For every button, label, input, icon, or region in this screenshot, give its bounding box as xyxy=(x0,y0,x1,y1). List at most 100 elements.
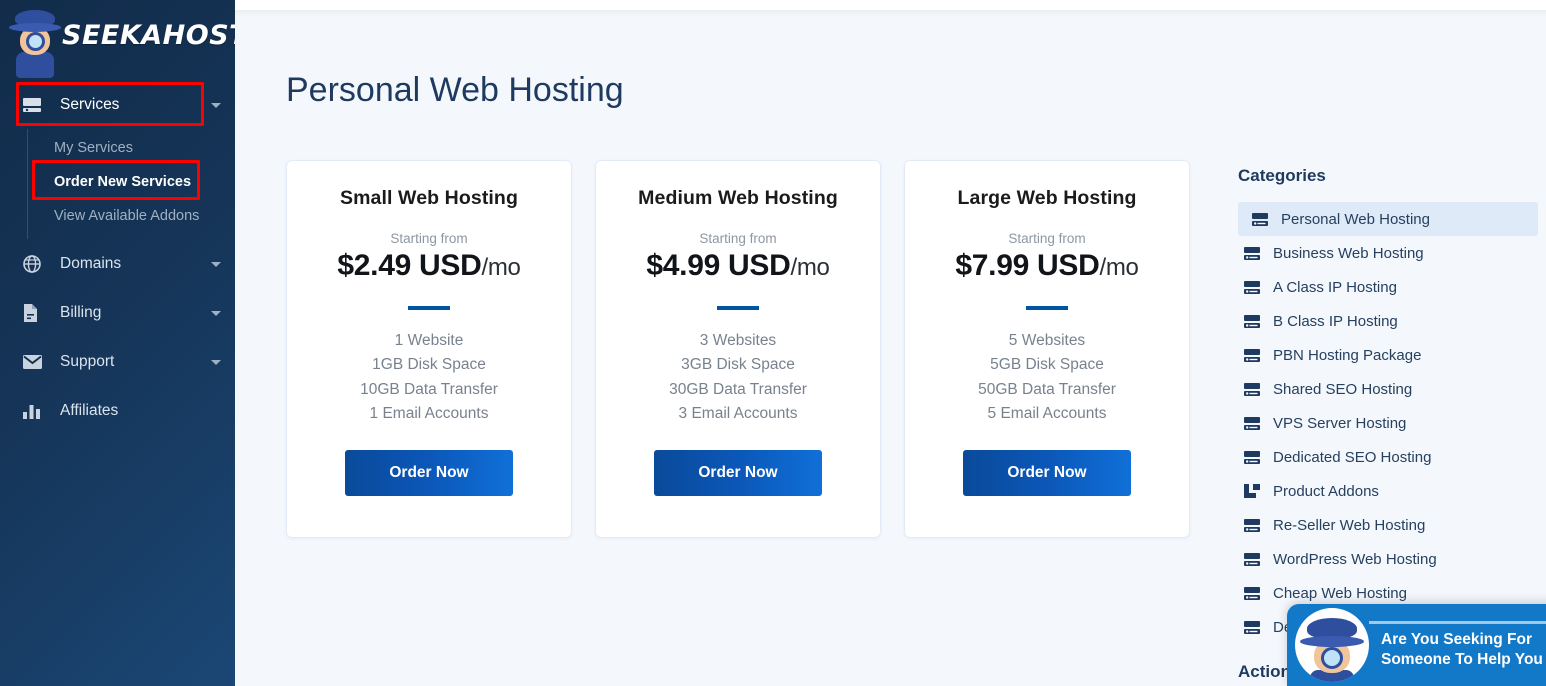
sidebar-item-label: Billing xyxy=(60,303,102,321)
envelope-icon xyxy=(22,354,52,370)
plan-feature: 1 Email Accounts xyxy=(369,404,489,422)
plan-feature: 3GB Disk Space xyxy=(681,356,795,374)
order-now-button[interactable]: Order Now xyxy=(963,450,1131,497)
plan-starting-from: Starting from xyxy=(699,231,777,246)
category-item[interactable]: B Class IP Hosting xyxy=(1238,304,1538,338)
category-item-label: PBN Hosting Package xyxy=(1273,346,1422,364)
submenu-item-view-available-addons[interactable]: View Available Addons xyxy=(54,199,235,233)
plan-starting-from: Starting from xyxy=(1008,231,1086,246)
services-submenu: My Services Order New Services View Avai… xyxy=(0,129,235,239)
plan-feature: 1GB Disk Space xyxy=(372,356,486,374)
addon-corner-icon xyxy=(1244,484,1266,498)
chevron-down-icon[interactable] xyxy=(211,310,221,316)
app-root: SEEKAHOST Services My Services Order New… xyxy=(0,0,1546,686)
plan-features: 5 Websites 5GB Disk Space 50GB Data Tran… xyxy=(978,329,1116,426)
category-item-label: Product Addons xyxy=(1273,482,1379,500)
brand-logo[interactable]: SEEKAHOST xyxy=(0,0,235,78)
sidebar: SEEKAHOST Services My Services Order New… xyxy=(0,0,235,686)
globe-icon xyxy=(22,254,52,274)
categories-list: Personal Web Hosting Business Web Hosting… xyxy=(1238,202,1538,644)
chat-widget[interactable]: Are You Seeking For Someone To Help You xyxy=(1287,604,1546,686)
plan-feature: 3 Websites xyxy=(699,332,777,349)
server-icon xyxy=(22,97,52,113)
sidebar-nav: Services My Services Order New Services … xyxy=(0,80,235,435)
server-icon xyxy=(1244,620,1266,634)
plan-features: 1 Website 1GB Disk Space 10GB Data Trans… xyxy=(360,329,498,426)
plan-price: $4.99 USD/mo xyxy=(646,249,829,283)
plan-feature: 5 Websites xyxy=(1008,332,1086,349)
detective-logo-icon xyxy=(9,6,61,78)
sidebar-item-affiliates[interactable]: Affiliates xyxy=(0,386,235,435)
category-item[interactable]: Personal Web Hosting xyxy=(1238,202,1538,236)
category-item-label: Dedicated SEO Hosting xyxy=(1273,448,1432,466)
category-item[interactable]: Re-Seller Web Hosting xyxy=(1238,508,1538,542)
category-item[interactable]: A Class IP Hosting xyxy=(1238,270,1538,304)
server-icon xyxy=(1244,552,1266,566)
plan-price-value: $2.49 USD xyxy=(337,249,482,282)
server-icon xyxy=(1244,246,1266,260)
plan-features: 3 Websites 3GB Disk Space 30GB Data Tran… xyxy=(669,329,807,426)
chat-line-1: Are You Seeking For xyxy=(1381,630,1533,648)
sidebar-item-label: Domains xyxy=(60,254,122,272)
pricing-card-large: Large Web Hosting Starting from $7.99 US… xyxy=(904,160,1190,538)
plan-title: Large Web Hosting xyxy=(957,187,1137,209)
plan-feature: 30GB Data Transfer xyxy=(669,380,807,398)
server-icon xyxy=(1244,450,1266,464)
page-title: Personal Web Hosting xyxy=(286,71,624,109)
category-item-label: WordPress Web Hosting xyxy=(1273,550,1437,568)
server-icon xyxy=(1244,280,1266,294)
category-item[interactable]: PBN Hosting Package xyxy=(1238,338,1538,372)
plan-price-period: /mo xyxy=(790,254,830,281)
document-icon xyxy=(22,303,52,323)
main-content: Personal Web Hosting Small Web Hosting S… xyxy=(235,16,1546,686)
plan-price-value: $4.99 USD xyxy=(646,249,791,282)
sidebar-item-support[interactable]: Support xyxy=(0,337,235,386)
category-item-label: Business Web Hosting xyxy=(1273,244,1424,262)
order-now-button[interactable]: Order Now xyxy=(345,450,513,497)
sidebar-item-label: Services xyxy=(60,95,120,113)
chat-line-2: Someone To Help You xyxy=(1381,650,1543,668)
plan-title: Small Web Hosting xyxy=(340,187,518,209)
category-item[interactable]: Dedicated SEO Hosting xyxy=(1238,440,1538,474)
plan-feature: 50GB Data Transfer xyxy=(978,380,1116,398)
category-item-label: A Class IP Hosting xyxy=(1273,278,1397,296)
plan-divider xyxy=(408,306,450,310)
chat-message: Are You Seeking For Someone To Help You xyxy=(1369,620,1546,670)
sidebar-item-domains[interactable]: Domains xyxy=(0,239,235,288)
server-icon xyxy=(1244,382,1266,396)
plan-price-period: /mo xyxy=(481,254,521,281)
plan-divider xyxy=(717,306,759,310)
pricing-cards: Small Web Hosting Starting from $2.49 US… xyxy=(286,160,1190,538)
plan-starting-from: Starting from xyxy=(390,231,468,246)
category-item[interactable]: Business Web Hosting xyxy=(1238,236,1538,270)
category-item[interactable]: Shared SEO Hosting xyxy=(1238,372,1538,406)
plan-price-value: $7.99 USD xyxy=(955,249,1100,282)
sidebar-item-billing[interactable]: Billing xyxy=(0,288,235,337)
server-icon xyxy=(1244,518,1266,532)
chevron-down-icon[interactable] xyxy=(211,359,221,365)
submenu-item-order-new-services[interactable]: Order New Services xyxy=(54,165,235,199)
submenu-item-my-services[interactable]: My Services xyxy=(54,131,235,165)
plan-title: Medium Web Hosting xyxy=(638,187,838,209)
pricing-card-medium: Medium Web Hosting Starting from $4.99 U… xyxy=(595,160,881,538)
sidebar-item-label: Support xyxy=(60,352,115,370)
sidebar-item-services[interactable]: Services xyxy=(0,80,235,129)
category-item[interactable]: WordPress Web Hosting xyxy=(1238,542,1538,576)
category-item[interactable]: Product Addons xyxy=(1238,474,1538,508)
server-icon xyxy=(1244,586,1266,600)
plan-feature: 10GB Data Transfer xyxy=(360,380,498,398)
server-icon xyxy=(1244,314,1266,328)
plan-feature: 1 Website xyxy=(394,332,464,349)
plan-price: $7.99 USD/mo xyxy=(955,249,1138,283)
chevron-down-icon[interactable] xyxy=(211,261,221,267)
plan-feature: 5 Email Accounts xyxy=(987,404,1107,422)
server-icon xyxy=(1244,348,1266,362)
category-item[interactable]: VPS Server Hosting xyxy=(1238,406,1538,440)
category-item-label: Cheap Web Hosting xyxy=(1273,584,1407,602)
plan-feature: 5GB Disk Space xyxy=(990,356,1104,374)
chevron-down-icon[interactable] xyxy=(211,102,221,108)
category-item-label: B Class IP Hosting xyxy=(1273,312,1398,330)
bar-chart-icon xyxy=(22,402,52,420)
brand-name: SEEKAHOST xyxy=(62,19,235,51)
order-now-button[interactable]: Order Now xyxy=(654,450,822,497)
